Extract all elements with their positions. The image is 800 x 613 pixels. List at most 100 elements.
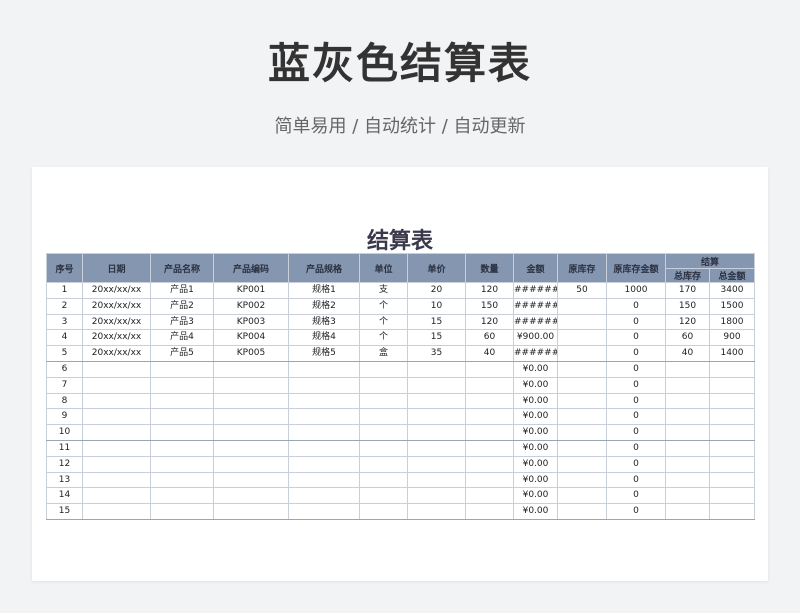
cell-total-stock[interactable]: 120 bbox=[665, 313, 710, 331]
cell-total-amount[interactable] bbox=[708, 471, 756, 489]
cell-total-stock[interactable] bbox=[665, 408, 710, 426]
cell-product-name[interactable] bbox=[150, 439, 214, 457]
cell-index[interactable]: 1 bbox=[46, 282, 83, 299]
cell-unit-price[interactable]: 15 bbox=[407, 329, 466, 347]
cell-total-stock[interactable] bbox=[665, 471, 710, 489]
cell-original-stock[interactable] bbox=[557, 297, 607, 315]
cell-product-name[interactable] bbox=[150, 503, 214, 520]
cell-unit-price[interactable]: 15 bbox=[407, 313, 466, 331]
cell-amount[interactable]: ¥0.00 bbox=[513, 439, 558, 457]
cell-total-amount[interactable]: 900 bbox=[708, 329, 756, 347]
cell-unit[interactable]: 支 bbox=[359, 282, 408, 299]
cell-product-spec[interactable]: 规格3 bbox=[288, 313, 360, 331]
cell-total-amount[interactable]: 3400 bbox=[708, 282, 756, 299]
cell-original-stock-amount[interactable]: 0 bbox=[606, 455, 666, 473]
cell-product-code[interactable] bbox=[213, 471, 289, 489]
cell-index[interactable]: 10 bbox=[46, 424, 83, 441]
cell-original-stock[interactable] bbox=[557, 345, 607, 362]
cell-product-code[interactable]: KP005 bbox=[213, 345, 289, 362]
cell-product-spec[interactable]: 规格1 bbox=[288, 282, 360, 299]
cell-product-code[interactable] bbox=[213, 487, 289, 505]
cell-product-code[interactable]: KP003 bbox=[213, 313, 289, 331]
cell-product-spec[interactable] bbox=[288, 503, 360, 520]
cell-total-stock[interactable]: 40 bbox=[665, 345, 710, 362]
cell-total-stock[interactable]: 170 bbox=[665, 282, 710, 299]
cell-date[interactable] bbox=[82, 471, 151, 489]
cell-original-stock-amount[interactable]: 0 bbox=[606, 345, 666, 362]
cell-index[interactable]: 12 bbox=[46, 455, 83, 473]
cell-total-amount[interactable] bbox=[708, 376, 756, 394]
cell-product-spec[interactable]: 规格2 bbox=[288, 297, 360, 315]
cell-index[interactable]: 5 bbox=[46, 345, 83, 362]
cell-original-stock[interactable] bbox=[557, 487, 607, 505]
cell-original-stock-amount[interactable]: 0 bbox=[606, 376, 666, 394]
header-original-stock[interactable]: 原库存 bbox=[557, 253, 607, 283]
cell-quantity[interactable] bbox=[465, 455, 514, 473]
cell-date[interactable]: 20xx/xx/xx bbox=[82, 345, 151, 362]
cell-index[interactable]: 14 bbox=[46, 487, 83, 505]
cell-total-stock[interactable]: 60 bbox=[665, 329, 710, 347]
cell-original-stock-amount[interactable]: 0 bbox=[606, 392, 666, 410]
cell-original-stock[interactable]: 50 bbox=[557, 282, 607, 299]
cell-product-name[interactable] bbox=[150, 360, 214, 378]
cell-date[interactable]: 20xx/xx/xx bbox=[82, 297, 151, 315]
cell-product-spec[interactable] bbox=[288, 424, 360, 441]
header-total-stock[interactable]: 总库存 bbox=[665, 268, 710, 283]
cell-index[interactable]: 6 bbox=[46, 360, 83, 378]
header-total-amount[interactable]: 总金额 bbox=[708, 268, 756, 283]
cell-unit[interactable] bbox=[359, 487, 408, 505]
cell-amount[interactable]: ¥0.00 bbox=[513, 424, 558, 441]
cell-original-stock-amount[interactable]: 0 bbox=[606, 408, 666, 426]
cell-total-stock[interactable] bbox=[665, 455, 710, 473]
cell-unit-price[interactable] bbox=[407, 424, 466, 441]
cell-quantity[interactable]: 40 bbox=[465, 345, 514, 362]
cell-original-stock-amount[interactable]: 0 bbox=[606, 297, 666, 315]
cell-unit-price[interactable]: 35 bbox=[407, 345, 466, 362]
cell-original-stock[interactable] bbox=[557, 439, 607, 457]
cell-date[interactable] bbox=[82, 455, 151, 473]
cell-quantity[interactable] bbox=[465, 471, 514, 489]
cell-quantity[interactable] bbox=[465, 424, 514, 441]
cell-quantity[interactable]: 150 bbox=[465, 297, 514, 315]
cell-product-spec[interactable] bbox=[288, 392, 360, 410]
header-index[interactable]: 序号 bbox=[46, 253, 83, 283]
cell-index[interactable]: 11 bbox=[46, 439, 83, 457]
cell-original-stock[interactable] bbox=[557, 360, 607, 378]
cell-date[interactable]: 20xx/xx/xx bbox=[82, 329, 151, 347]
cell-unit-price[interactable] bbox=[407, 455, 466, 473]
header-unit[interactable]: 单位 bbox=[359, 253, 408, 283]
cell-product-code[interactable] bbox=[213, 392, 289, 410]
cell-unit-price[interactable]: 20 bbox=[407, 282, 466, 299]
header-settlement-group[interactable]: 结算 bbox=[664, 253, 756, 269]
cell-date[interactable] bbox=[82, 487, 151, 505]
cell-amount[interactable]: ¥0.00 bbox=[513, 471, 558, 489]
cell-unit[interactable]: 个 bbox=[359, 329, 408, 347]
cell-index[interactable]: 15 bbox=[46, 503, 83, 520]
header-amount[interactable]: 金额 bbox=[513, 253, 558, 283]
header-quantity[interactable]: 数量 bbox=[465, 253, 514, 283]
cell-quantity[interactable] bbox=[465, 408, 514, 426]
cell-total-amount[interactable]: 1400 bbox=[708, 345, 756, 362]
cell-date[interactable] bbox=[82, 408, 151, 426]
cell-original-stock[interactable] bbox=[557, 329, 607, 347]
cell-product-code[interactable]: KP002 bbox=[213, 297, 289, 315]
cell-date[interactable]: 20xx/xx/xx bbox=[82, 313, 151, 331]
cell-index[interactable]: 13 bbox=[46, 471, 83, 489]
cell-total-stock[interactable] bbox=[665, 376, 710, 394]
cell-quantity[interactable]: 60 bbox=[465, 329, 514, 347]
cell-product-name[interactable]: 产品2 bbox=[150, 297, 214, 315]
cell-total-stock[interactable] bbox=[665, 503, 710, 520]
header-original-stock-amount[interactable]: 原库存金额 bbox=[606, 253, 666, 283]
cell-total-amount[interactable] bbox=[708, 503, 756, 520]
cell-product-code[interactable] bbox=[213, 455, 289, 473]
cell-product-name[interactable] bbox=[150, 471, 214, 489]
cell-unit-price[interactable]: 10 bbox=[407, 297, 466, 315]
cell-amount[interactable]: ¥0.00 bbox=[513, 455, 558, 473]
cell-quantity[interactable] bbox=[465, 439, 514, 457]
cell-original-stock[interactable] bbox=[557, 424, 607, 441]
cell-date[interactable]: 20xx/xx/xx bbox=[82, 282, 151, 299]
cell-index[interactable]: 7 bbox=[46, 376, 83, 394]
cell-original-stock-amount[interactable]: 0 bbox=[606, 424, 666, 441]
cell-unit[interactable] bbox=[359, 376, 408, 394]
cell-product-code[interactable] bbox=[213, 408, 289, 426]
